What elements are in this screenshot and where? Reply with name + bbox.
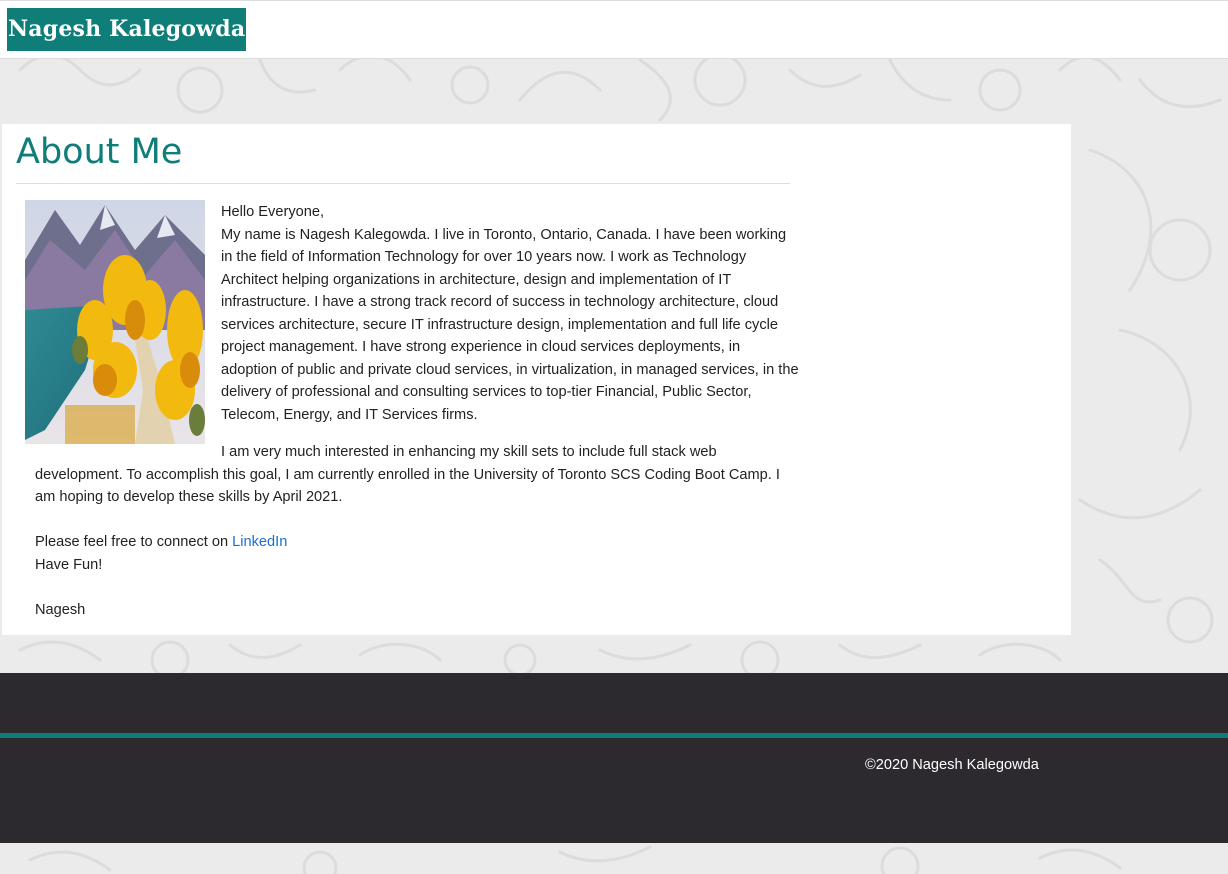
brand-logo[interactable]: Nagesh Kalegowda xyxy=(7,8,247,51)
linkedin-link[interactable]: LinkedIn xyxy=(232,534,287,550)
connect-text: Please feel free to connect on xyxy=(35,534,233,550)
signature: Nagesh xyxy=(35,601,86,618)
goals-paragraph: I am very much interested in enhancing m… xyxy=(35,444,780,505)
copyright-text: ©2020 Nagesh Kalegowda xyxy=(865,757,1039,773)
divider xyxy=(16,183,790,184)
closing-text: Have Fun! xyxy=(35,556,103,573)
about-card: About Me Hello Everyone, My name is Nage… xyxy=(2,124,1071,635)
page-title: About Me xyxy=(16,132,183,172)
site-footer: ©2020 Nagesh Kalegowda xyxy=(0,673,1228,843)
connect-line: Please feel free to connect on LinkedIn xyxy=(35,531,799,554)
footer-accent-line xyxy=(0,733,1228,738)
site-header: Nagesh Kalegowda xyxy=(0,0,1228,59)
about-content: Hello Everyone, My name is Nagesh Kalego… xyxy=(35,200,799,621)
